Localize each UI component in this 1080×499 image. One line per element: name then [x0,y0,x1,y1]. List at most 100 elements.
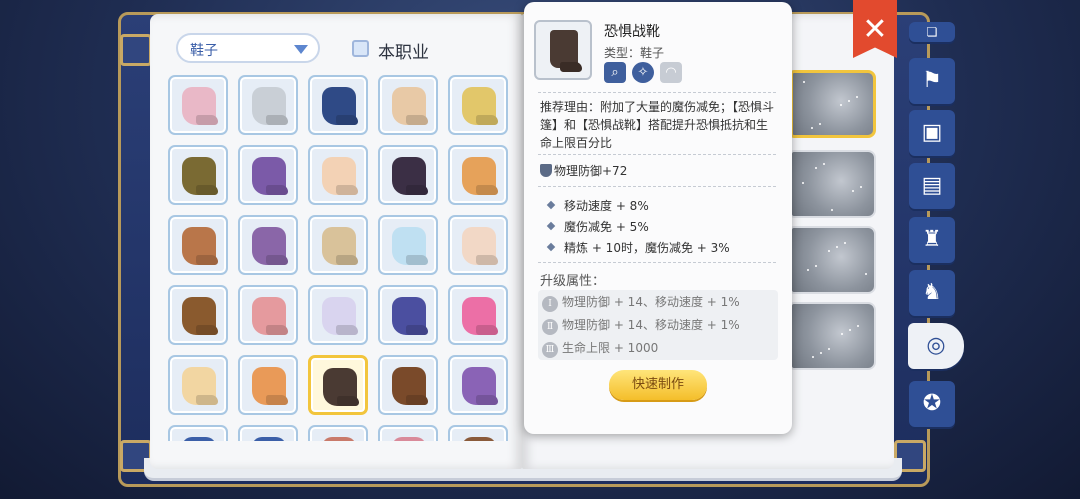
category-dropdown[interactable]: 鞋子 [176,33,320,63]
sparkle-icon [849,329,851,331]
shoe-item-slot[interactable] [378,355,438,415]
shoe-icon [322,87,356,125]
tier-badge: Ⅰ [542,296,558,312]
shoe-item-slot[interactable] [448,215,508,275]
shoe-item-slot[interactable] [238,425,298,441]
shoe-item-slot[interactable] [308,145,368,205]
shoe-icon [323,368,357,406]
shoe-item-slot[interactable] [448,145,508,205]
item-grid [166,75,511,441]
shoe-icon [392,297,426,335]
sparkle-icon [840,104,842,106]
sparkle-icon [828,348,830,350]
shoe-item-slot[interactable] [448,355,508,415]
shoe-item-slot[interactable] [168,285,228,345]
shield-icon [540,164,552,177]
shoe-item-slot[interactable] [378,215,438,275]
shoe-icon [392,87,426,125]
sparkle-icon [811,127,813,129]
sparkle-icon [856,96,858,98]
shoe-item-slot[interactable] [238,145,298,205]
inspect-icon[interactable]: ⌕ [604,62,626,83]
sparkle-icon [820,352,822,354]
shoe-item-slot[interactable] [308,425,368,441]
shoe-icon [322,157,356,195]
side-tab-rocking-horse-icon[interactable]: ♞ [909,270,955,316]
sparkle-icon [819,123,821,125]
shoe-icon [462,227,496,265]
shoe-item-slot[interactable] [168,215,228,275]
shoe-item-slot[interactable] [168,425,228,441]
shoe-icon [252,157,286,195]
side-tab-medal-icon[interactable]: ✪ [909,381,955,427]
shoe-icon [182,157,216,195]
shoe-icon [392,157,426,195]
shoe-icon [252,367,286,405]
shoe-icon [322,437,356,441]
shoe-item-slot[interactable] [238,355,298,415]
side-tab-book-icon[interactable]: ❏ [909,22,955,42]
shoe-icon [322,297,356,335]
side-tab-headwear-icon[interactable]: ◎ [908,323,964,369]
shoe-item-slot[interactable] [448,425,508,441]
shoe-icon [392,227,426,265]
shoe-item-slot[interactable] [168,75,228,135]
shoe-item-slot[interactable] [378,425,438,441]
sparkle-icon [815,265,817,267]
shoe-icon [462,437,496,441]
quick-craft-button[interactable]: 快速制作 [609,370,707,400]
base-stat-text: 物理防御+72 [554,164,628,178]
shoe-icon [182,297,216,335]
stat-line: 移动速度 + 8% [540,197,649,214]
sparkle-icon [812,356,814,358]
collection-card[interactable] [790,226,876,294]
shoe-item-slot[interactable] [238,75,298,135]
shoe-item-slot[interactable] [378,75,438,135]
upgrade-row: Ⅰ 物理防御 + 14、移动速度 + 1% [542,293,740,312]
shoe-item-slot[interactable] [308,75,368,135]
divider [538,262,776,263]
upgrade-row: Ⅲ 生命上限 + 1000 [542,339,658,358]
shoe-item-slot[interactable] [168,145,228,205]
collection-card[interactable] [790,150,876,218]
item-tooltip: 恐惧战靴 类型：鞋子 ⌕ ✧ ◠ 推荐理由：附加了大量的魔伤减免；【恐惧斗篷】和… [524,2,792,434]
stat-text: 魔伤减免 + 5% [564,220,649,234]
sparkle-icon [860,186,862,188]
shoe-item-slot[interactable] [238,215,298,275]
shoe-item-slot[interactable] [308,285,368,345]
shoe-icon [182,437,216,441]
class-only-checkbox[interactable] [352,40,369,57]
shoe-icon [392,437,426,441]
shoe-icon [252,297,286,335]
shoe-icon [322,227,356,265]
shoe-item-slot[interactable] [448,285,508,345]
upgrade-text: 生命上限 + 1000 [562,341,659,355]
shoe-item-slot[interactable] [378,145,438,205]
chevron-down-icon [294,45,308,54]
appearance-icon[interactable]: ◠ [660,62,682,83]
collection-card[interactable] [790,302,876,370]
collection-card[interactable] [790,70,876,138]
shoe-item-slot[interactable] [168,355,228,415]
class-only-label[interactable]: 本职业 [378,38,429,63]
stat-text: 精炼 + 10时，魔伤减免 + 3% [564,241,730,255]
shoe-item-slot[interactable] [378,285,438,345]
divider [538,154,776,155]
shoe-icon [182,367,216,405]
side-tab-card-icon[interactable]: ▣ [909,110,955,156]
enchant-icon[interactable]: ✧ [632,62,654,83]
upgrade-text: 物理防御 + 14、移动速度 + 1% [562,295,740,309]
sparkle-icon [823,163,825,165]
shoe-item-slot[interactable] [238,285,298,345]
shoe-item-slot[interactable] [308,355,368,415]
shoe-item-slot[interactable] [308,215,368,275]
recommend-reason: 推荐理由：附加了大量的魔伤减免；【恐惧斗篷】和【恐惧战靴】搭配提升恐惧抵抗和生命… [540,100,775,150]
side-tab-toolbox-icon[interactable]: ▤ [909,163,955,209]
shoe-icon [182,227,216,265]
shoe-item-slot[interactable] [448,75,508,135]
shoe-icon [392,367,426,405]
side-tab-map-icon[interactable]: ⚑ [909,58,955,104]
sparkle-icon [852,190,854,192]
stat-line: 精炼 + 10时，魔伤减免 + 3% [540,239,730,256]
side-tab-chair-icon[interactable]: ♜ [909,217,955,263]
